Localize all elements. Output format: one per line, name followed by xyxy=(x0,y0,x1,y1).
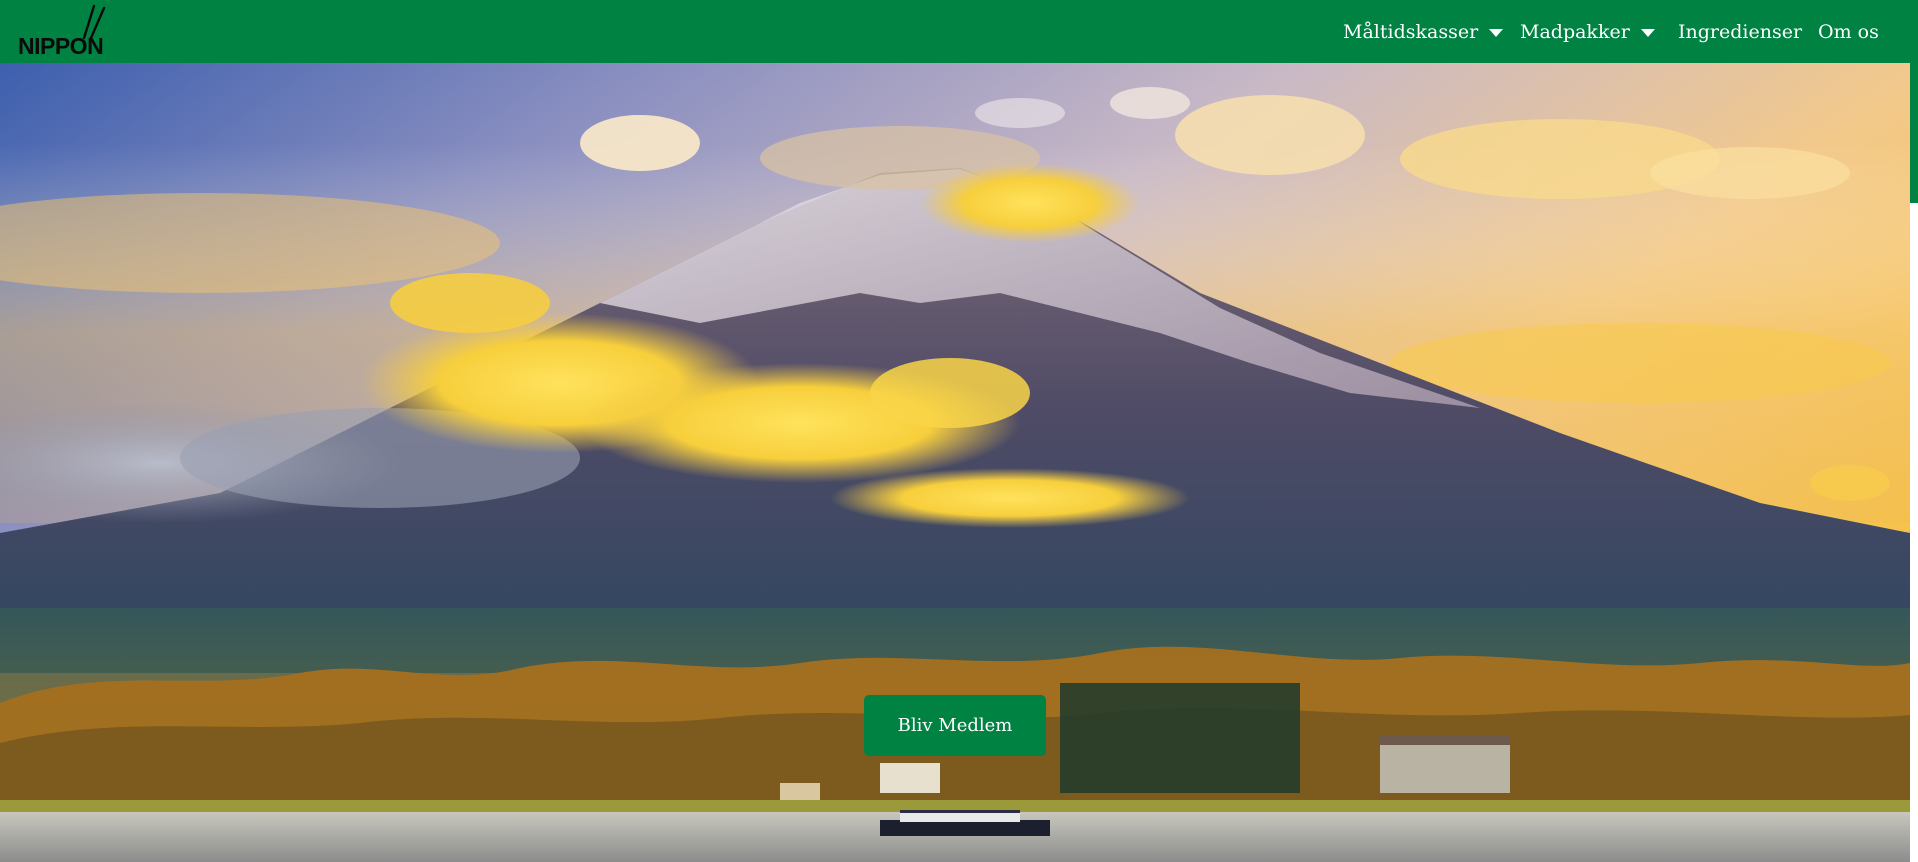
nav-label: Madpakker xyxy=(1520,20,1630,43)
scrollbar-thumb[interactable] xyxy=(1910,63,1918,203)
nav-label: Om os xyxy=(1818,20,1879,43)
caret-down-icon xyxy=(1489,28,1504,37)
nav-item-ingredienser[interactable]: Ingredienser xyxy=(1678,0,1802,63)
page: NIPPON Måltidskasser Madpakker Ingredien… xyxy=(0,0,1918,862)
brand-logo[interactable]: NIPPON xyxy=(18,4,110,60)
caret-down-icon xyxy=(1640,28,1655,37)
nav-label: Måltidskasser xyxy=(1343,20,1479,43)
logo-text: NIPPON xyxy=(18,33,104,59)
top-navbar: NIPPON Måltidskasser Madpakker Ingredien… xyxy=(0,0,1918,63)
join-member-button[interactable]: Bliv Medlem xyxy=(864,695,1046,756)
nav-item-maltidskasser[interactable]: Måltidskasser xyxy=(1343,0,1504,63)
nav-item-madpakker[interactable]: Madpakker xyxy=(1520,0,1655,63)
nav-label: Ingredienser xyxy=(1678,20,1803,43)
nav-item-om-os[interactable]: Om os xyxy=(1818,0,1879,63)
